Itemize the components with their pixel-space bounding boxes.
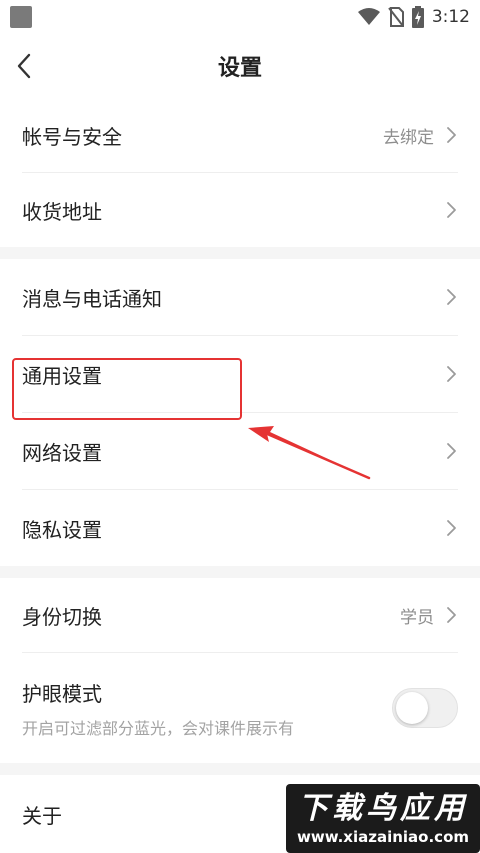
chevron-right-icon [447, 202, 456, 218]
row-label: 隐私设置 [22, 517, 102, 542]
watermark-url: www.xiazainiao.com [296, 827, 470, 846]
back-button[interactable] [8, 50, 40, 82]
settings-row-general[interactable]: 通用设置 [0, 336, 480, 412]
nav-bar: 设置 [0, 34, 480, 98]
settings-row-identity-switch[interactable]: 身份切换 学员 [0, 578, 480, 652]
settings-row-notifications[interactable]: 消息与电话通知 [0, 259, 480, 335]
watermark-title: 下载鸟应用 [298, 790, 468, 826]
page-title: 设置 [217, 56, 262, 81]
chevron-right-icon [447, 127, 456, 143]
row-label: 帐号与安全 [22, 124, 122, 149]
row-label: 收货地址 [22, 199, 102, 224]
row-value: 学员 [400, 607, 434, 628]
settings-row-network[interactable]: 网络设置 [0, 413, 480, 489]
row-label: 护眼模式 [22, 681, 102, 706]
settings-row-account-security[interactable]: 帐号与安全 去绑定 [0, 98, 480, 172]
eye-mode-toggle[interactable] [392, 688, 458, 728]
row-label: 网络设置 [22, 440, 102, 465]
wifi-icon [357, 8, 380, 25]
settings-row-privacy[interactable]: 隐私设置 [0, 490, 480, 566]
settings-row-eye-mode: 护眼模式 开启可过滤部分蓝光，会对课件展示有 [0, 653, 480, 763]
no-sim-icon [388, 7, 404, 27]
chevron-right-icon [447, 520, 456, 536]
row-label: 消息与电话通知 [22, 286, 162, 311]
group-separator [0, 763, 480, 775]
settings-row-shipping-address[interactable]: 收货地址 [0, 173, 480, 247]
status-bar: 3:12 [0, 0, 480, 34]
watermark-logo: 下载鸟应用 www.xiazainiao.com [286, 784, 480, 853]
row-value: 去绑定 [383, 127, 434, 148]
row-label: 身份切换 [22, 604, 102, 629]
toggle-knob [396, 692, 428, 724]
back-arrow-icon [17, 53, 31, 79]
chevron-right-icon [447, 443, 456, 459]
row-label: 通用设置 [22, 363, 102, 388]
notification-icon [10, 6, 32, 28]
group-separator [0, 247, 480, 259]
group-separator [0, 566, 480, 578]
battery-charging-icon [411, 6, 424, 28]
chevron-right-icon [447, 607, 456, 623]
row-label: 关于 [22, 803, 62, 828]
status-time: 3:12 [431, 7, 470, 27]
row-description: 开启可过滤部分蓝光，会对课件展示有 [22, 718, 295, 738]
chevron-right-icon [447, 289, 456, 305]
chevron-right-icon [447, 366, 456, 382]
